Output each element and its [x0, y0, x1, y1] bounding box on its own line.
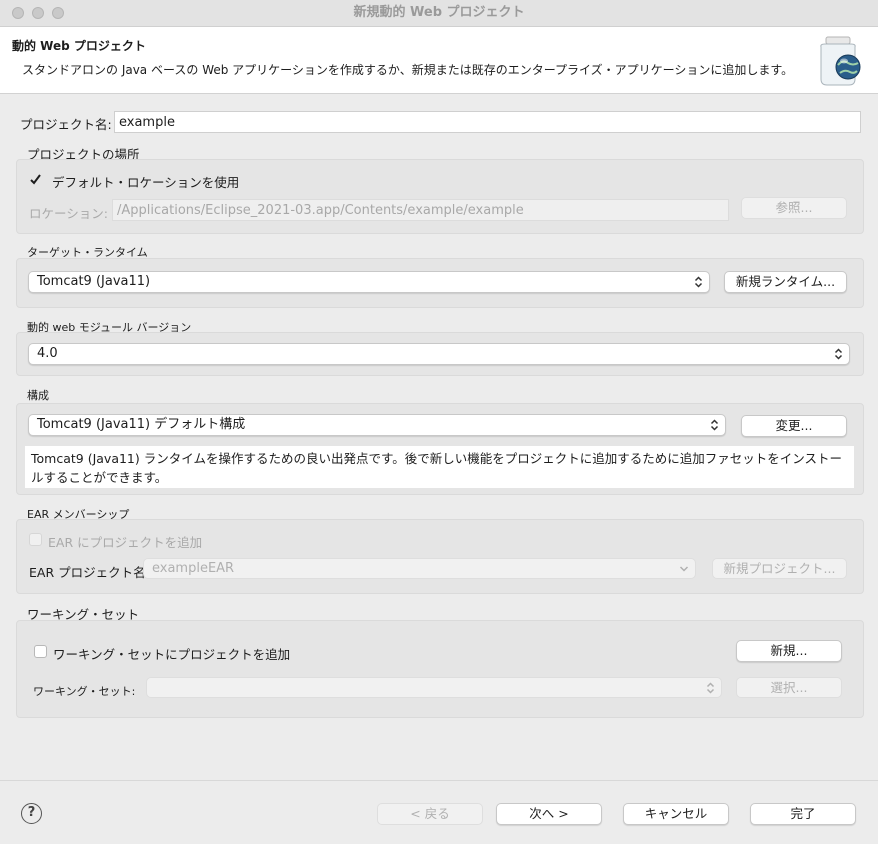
- ear-membership-group: [16, 519, 864, 594]
- configuration-select[interactable]: Tomcat9 (Java11) デフォルト構成: [28, 414, 726, 436]
- project-location-group: [16, 159, 864, 234]
- project-name-input[interactable]: [114, 111, 861, 133]
- ear-project-value: exampleEAR: [152, 561, 235, 576]
- next-button[interactable]: 次へ >: [496, 803, 602, 825]
- target-runtime-value: Tomcat9 (Java11): [37, 274, 151, 289]
- checkmark-icon: [30, 174, 41, 185]
- chevron-up-down-icon: [834, 348, 843, 360]
- wizard-title: 動的 Web プロジェクト: [12, 39, 146, 53]
- new-ear-project-button[interactable]: 新規プロジェクト...: [712, 558, 847, 579]
- chevron-up-down-icon: [706, 681, 715, 694]
- help-icon[interactable]: ?: [21, 803, 42, 824]
- working-sets-select[interactable]: [146, 677, 722, 698]
- web-project-jar-globe-icon: [812, 33, 868, 89]
- chevron-up-down-icon: [710, 419, 719, 431]
- working-sets-label: ワーキング・セット:: [33, 685, 136, 698]
- chevron-down-icon: [679, 565, 689, 572]
- ear-project-select[interactable]: exampleEAR: [143, 558, 696, 579]
- configuration-value: Tomcat9 (Java11) デフォルト構成: [37, 417, 246, 432]
- add-to-ear-checkbox[interactable]: [29, 533, 42, 546]
- select-working-set-button[interactable]: 選択...: [736, 677, 842, 698]
- cancel-button[interactable]: キャンセル: [623, 803, 729, 825]
- use-default-location-checkbox[interactable]: [29, 173, 42, 186]
- configuration-group-label: 構成: [27, 389, 49, 402]
- footer-divider: [0, 780, 878, 781]
- ear-project-name-label: EAR プロジェクト名:: [29, 565, 150, 580]
- back-button[interactable]: < 戻る: [377, 803, 483, 825]
- finish-button[interactable]: 完了: [750, 803, 856, 825]
- project-name-label: プロジェクト名:: [20, 117, 112, 132]
- add-to-working-set-label: ワーキング・セットにプロジェクトを追加: [53, 647, 291, 662]
- new-runtime-button[interactable]: 新規ランタイム...: [724, 271, 847, 293]
- module-version-value: 4.0: [37, 346, 58, 361]
- use-default-location-label: デフォルト・ロケーションを使用: [52, 175, 240, 190]
- add-to-ear-label: EAR にプロジェクトを追加: [48, 535, 203, 550]
- add-to-working-set-checkbox[interactable]: [34, 645, 47, 658]
- configuration-description: Tomcat9 (Java11) ランタイムを操作するための良い出発点です。後で…: [25, 446, 854, 488]
- location-label: ロケーション:: [29, 206, 108, 221]
- wizard-description: スタンドアロンの Java ベースの Web アプリケーションを作成するか、新規…: [22, 63, 794, 77]
- module-version-select[interactable]: 4.0: [28, 343, 850, 365]
- target-runtime-select[interactable]: Tomcat9 (Java11): [28, 271, 710, 293]
- chevron-up-down-icon: [694, 276, 703, 288]
- location-input[interactable]: [112, 199, 729, 221]
- working-set-group: [16, 620, 864, 718]
- new-working-set-button[interactable]: 新規...: [736, 640, 842, 662]
- browse-button[interactable]: 参照...: [741, 197, 847, 219]
- modify-configuration-button[interactable]: 変更...: [741, 415, 847, 437]
- window-title: 新規動的 Web プロジェクト: [353, 5, 525, 20]
